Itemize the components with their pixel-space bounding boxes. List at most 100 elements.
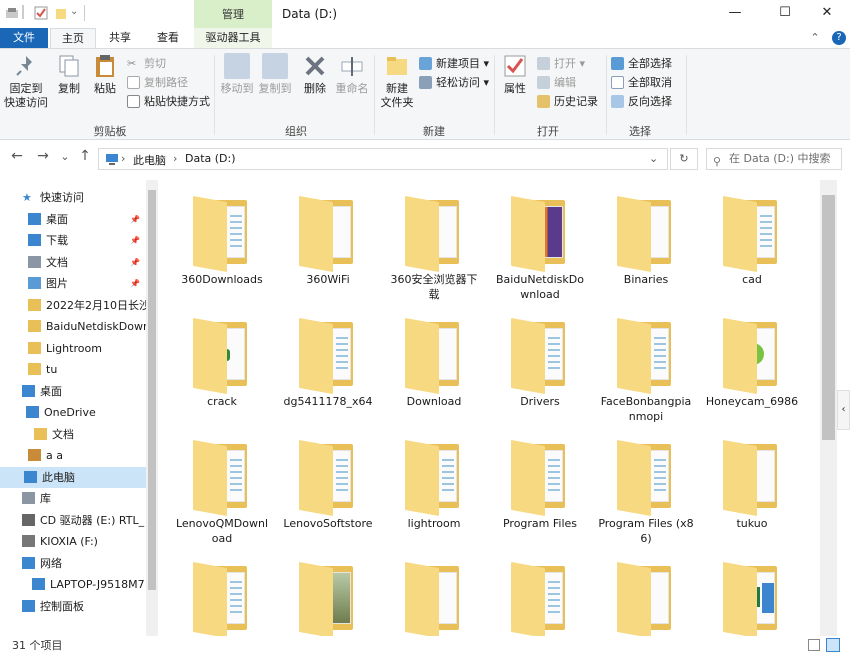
folder-item[interactable]: lightroom	[384, 438, 484, 531]
tab-view[interactable]: 查看	[146, 28, 190, 48]
sidebar-item[interactable]: 网络	[0, 553, 146, 574]
edit-button[interactable]: 编辑	[536, 74, 576, 91]
paste-button[interactable]: 粘贴	[90, 53, 120, 96]
move-to-button[interactable]: 移动到	[218, 53, 256, 96]
recent-locations-button[interactable]: ⌄	[56, 150, 74, 163]
folder-item[interactable]: cad	[702, 194, 802, 287]
manage-context-tab[interactable]: 管理	[194, 0, 272, 28]
address-bar[interactable]: › 此电脑 › Data (D:) ⌄	[98, 148, 668, 170]
folder-item[interactable]	[384, 560, 484, 636]
refresh-button[interactable]: ↻	[670, 148, 698, 170]
maximize-button[interactable]: ☐	[762, 0, 808, 28]
sidebar-item[interactable]: LAPTOP-J9518M7	[0, 574, 146, 595]
new-folder-quick-icon[interactable]	[54, 6, 68, 20]
folder-item[interactable]: Download	[384, 316, 484, 409]
tab-file[interactable]: 文件	[0, 28, 48, 48]
separator	[22, 5, 24, 19]
folder-item[interactable]: Program Files	[490, 438, 590, 531]
paste-shortcut-button[interactable]: 粘贴快捷方式	[126, 93, 210, 110]
folder-icon	[405, 560, 463, 636]
sidebar-item[interactable]: 图片 📌	[0, 273, 146, 294]
paste-shortcut-label: 粘贴快捷方式	[144, 95, 210, 108]
sidebar-item[interactable]: 桌面 📌	[0, 209, 146, 230]
folder-item[interactable]: 360WiFi	[278, 194, 378, 287]
select-none-button[interactable]: 全部取消	[610, 74, 672, 91]
pin-quick-access-button[interactable]: 固定到 快速访问	[4, 53, 48, 110]
sidebar-scroll-thumb[interactable]	[148, 190, 156, 590]
delete-button[interactable]: 删除	[300, 53, 330, 96]
folder-item[interactable]	[702, 560, 802, 636]
folder-item[interactable]	[490, 560, 590, 636]
help-icon[interactable]: ?	[832, 31, 846, 45]
minimize-button[interactable]: —	[712, 0, 758, 28]
details-view-icon[interactable]	[808, 639, 820, 651]
select-all-button[interactable]: 全部选择	[610, 55, 672, 72]
folder-item[interactable]: tukuo	[702, 438, 802, 531]
explorer-icon[interactable]	[5, 6, 19, 20]
copy-button[interactable]: 复制	[54, 53, 84, 96]
folder-item[interactable]: BaiduNetdiskDownload	[490, 194, 590, 302]
preview-pane-toggle[interactable]: ‹	[837, 390, 850, 430]
sidebar-item[interactable]: ★ 快速访问	[0, 187, 146, 208]
copy-to-icon	[262, 53, 288, 79]
sidebar-item[interactable]: OneDrive	[0, 402, 146, 423]
folder-item[interactable]	[596, 560, 696, 636]
tab-home[interactable]: 主页	[50, 28, 96, 48]
folder-item[interactable]: LenovoQMDownload	[172, 438, 272, 546]
customize-quick-access-icon[interactable]: ⌄	[70, 6, 84, 20]
breadcrumb-this-pc[interactable]: 此电脑	[133, 152, 166, 168]
new-item-button[interactable]: 新建项目 ▾	[418, 55, 489, 72]
folder-item[interactable]: Binaries	[596, 194, 696, 287]
sidebar-item[interactable]: CD 驱动器 (E:) RTL_	[0, 510, 146, 531]
sidebar-item[interactable]: Lightroom	[0, 338, 146, 359]
content-scroll-thumb[interactable]	[822, 195, 835, 440]
copy-path-button[interactable]: 复制路径	[126, 74, 188, 91]
folder-item[interactable]: Drivers	[490, 316, 590, 409]
folder-item[interactable]	[278, 560, 378, 636]
sidebar-item[interactable]: 库	[0, 488, 146, 509]
sidebar-item[interactable]: KIOXIA (F:)	[0, 531, 146, 552]
collapse-ribbon-icon[interactable]: ⌃	[806, 28, 824, 48]
sidebar-item[interactable]: 此电脑	[0, 466, 146, 488]
forward-button[interactable]: →	[34, 148, 52, 164]
tab-share[interactable]: 共享	[100, 28, 140, 48]
folder-item[interactable]: crack	[172, 316, 272, 409]
sidebar-item[interactable]: 文档	[0, 424, 146, 445]
folder-item[interactable]: Program Files (x86)	[596, 438, 696, 546]
folder-item[interactable]: 360Downloads	[172, 194, 272, 287]
edit-label: 编辑	[554, 76, 576, 89]
close-button[interactable]: ✕	[804, 0, 850, 28]
invert-selection-button[interactable]: 反向选择	[610, 93, 672, 110]
folder-item[interactable]: dg5411178_x64	[278, 316, 378, 409]
breadcrumb-data-d[interactable]: Data (D:)	[185, 152, 236, 165]
cut-button[interactable]: ✂ 剪切	[126, 55, 166, 72]
folder-item[interactable]: LenovoSoftstore	[278, 438, 378, 531]
sidebar-item[interactable]: 控制面板	[0, 596, 146, 617]
open-button[interactable]: 打开 ▾	[536, 55, 585, 72]
folder-item[interactable]	[172, 560, 272, 636]
properties-quick-icon[interactable]	[34, 6, 48, 20]
search-input[interactable]: ⚲ 在 Data (D:) 中搜索	[706, 148, 842, 170]
new-folder-button[interactable]: 新建 文件夹	[378, 53, 416, 110]
folder-item[interactable]: 360安全浏览器下载	[384, 194, 484, 302]
copy-to-button[interactable]: 复制到	[256, 53, 294, 96]
properties-button[interactable]: 属性	[498, 53, 532, 96]
sidebar-item[interactable]: 下载 📌	[0, 230, 146, 251]
folder-name: Honeycam_6986	[705, 395, 799, 408]
history-button[interactable]: 历史记录	[536, 93, 598, 110]
folder-item[interactable]: eHoneycam_6986	[702, 316, 802, 409]
rename-button[interactable]: 重命名	[334, 53, 370, 96]
large-icons-view-icon[interactable]	[826, 638, 840, 652]
sidebar-item[interactable]: BaiduNetdiskDown	[0, 316, 146, 337]
easy-access-button[interactable]: 轻松访问 ▾	[418, 74, 489, 91]
up-button[interactable]: ↑	[76, 148, 94, 164]
sidebar-item[interactable]: a a	[0, 445, 146, 466]
folder-item[interactable]: FaceBonbangpianmopi	[596, 316, 696, 424]
tab-drive-tools[interactable]: 驱动器工具	[194, 28, 272, 48]
sidebar-item[interactable]: 桌面	[0, 381, 146, 402]
sidebar-item[interactable]: 文档 📌	[0, 252, 146, 273]
sidebar-item[interactable]: tu	[0, 359, 146, 380]
sidebar-item[interactable]: 2022年2月10日长沙	[0, 295, 146, 316]
back-button[interactable]: ←	[8, 148, 26, 164]
address-dropdown-icon[interactable]: ⌄	[649, 152, 658, 165]
